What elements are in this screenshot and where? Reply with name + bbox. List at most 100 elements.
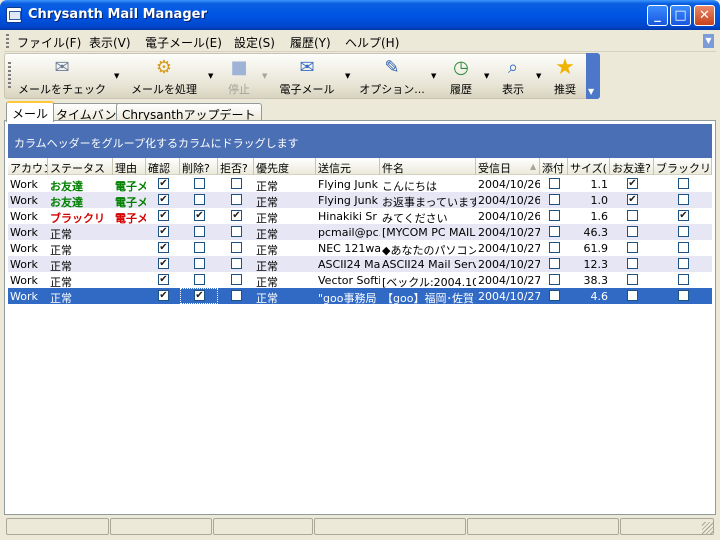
check-mail-dropdown[interactable]: ▼ <box>114 72 119 80</box>
menu-email[interactable]: 電子メール(E) <box>142 33 225 52</box>
options-dropdown[interactable]: ▼ <box>431 72 436 80</box>
blacklist-checkbox[interactable] <box>678 258 689 269</box>
tab-chrysanth-update[interactable]: Chrysanthアップデート <box>116 103 262 122</box>
menu-history[interactable]: 履歴(Y) <box>287 33 334 52</box>
menu-view[interactable]: 表示(V) <box>86 33 134 52</box>
column-header-account[interactable]: アカウン <box>8 158 48 175</box>
delete-checkbox[interactable] <box>194 226 205 237</box>
mail-grid[interactable]: アカウンステータス理由確認削除?拒否?優先度送信元件名受信日▲添付サイズ(お友達… <box>8 158 712 510</box>
attach-checkbox[interactable] <box>549 226 560 237</box>
delete-checkbox[interactable] <box>194 194 205 205</box>
friend-checkbox[interactable] <box>627 226 638 237</box>
email-dropdown[interactable]: ▼ <box>345 72 350 80</box>
reject-checkbox[interactable] <box>231 226 242 237</box>
blacklist-checkbox[interactable] <box>678 242 689 253</box>
view-dropdown[interactable]: ▼ <box>536 72 541 80</box>
column-header-delete[interactable]: 削除? <box>180 158 218 175</box>
mail-row[interactable]: Work 正常 正常 ASCII24 MaASCII24 Mail Serv2004/… <box>8 256 712 272</box>
stop-button[interactable]: ■ 停止 <box>220 55 258 97</box>
delete-checkbox[interactable] <box>194 210 205 221</box>
column-header-subject[interactable]: 件名 <box>380 158 476 175</box>
delete-checkbox[interactable] <box>194 178 205 189</box>
recommend-button[interactable]: ★ 推奨 <box>546 55 584 97</box>
options-button[interactable]: ✎ オプション... <box>358 55 426 97</box>
confirm-checkbox[interactable] <box>158 258 169 269</box>
process-mail-dropdown[interactable]: ▼ <box>208 72 213 80</box>
stop-dropdown[interactable]: ▼ <box>262 72 267 80</box>
email-button[interactable]: ✉ 電子メール <box>274 55 340 97</box>
confirm-checkbox[interactable] <box>158 242 169 253</box>
attach-checkbox[interactable] <box>549 210 560 221</box>
friend-checkbox[interactable] <box>627 290 638 301</box>
reject-checkbox[interactable] <box>231 210 242 221</box>
title-bar[interactable]: Chrysanth Mail Manager _ □ ✕ <box>0 0 720 30</box>
reject-checkbox[interactable] <box>231 178 242 189</box>
toolbar-grip[interactable] <box>8 62 11 90</box>
group-by-area[interactable]: カラムヘッダーをグループ化するカラムにドラッグします <box>8 124 712 158</box>
column-header-reason[interactable]: 理由 <box>113 158 146 175</box>
column-header-reject[interactable]: 拒否? <box>218 158 254 175</box>
attach-checkbox[interactable] <box>549 290 560 301</box>
blacklist-checkbox[interactable] <box>678 178 689 189</box>
column-header-from[interactable]: 送信元 <box>316 158 380 175</box>
friend-checkbox[interactable] <box>627 210 638 221</box>
friend-checkbox[interactable] <box>627 194 638 205</box>
blacklist-checkbox[interactable] <box>678 210 689 221</box>
tab-mail[interactable]: メール <box>6 101 55 122</box>
app-icon[interactable] <box>6 7 22 23</box>
close-button[interactable]: ✕ <box>694 5 715 26</box>
column-header-priority[interactable]: 優先度 <box>254 158 316 175</box>
maximize-button[interactable]: □ <box>670 5 691 26</box>
reject-checkbox[interactable] <box>231 274 242 285</box>
blacklist-checkbox[interactable] <box>678 290 689 301</box>
delete-checkbox[interactable] <box>194 242 205 253</box>
mail-row[interactable]: Work お友達 電子メ 正常 Flying Junk こんにちは 2004/10/26 1.… <box>8 176 712 192</box>
chevron-down-icon[interactable]: ▼ <box>703 34 714 48</box>
view-button[interactable]: ⌕ 表示 <box>494 55 532 97</box>
reject-checkbox[interactable] <box>231 194 242 205</box>
delete-checkbox[interactable] <box>194 258 205 269</box>
mail-row[interactable]: Work 正常 正常 NEC 121war◆あなたのパソコン2004/10/27 61.… <box>8 240 712 256</box>
attach-checkbox[interactable] <box>549 242 560 253</box>
friend-checkbox[interactable] <box>627 178 638 189</box>
attach-checkbox[interactable] <box>549 194 560 205</box>
menu-file[interactable]: ファイル(F) <box>14 33 84 52</box>
confirm-checkbox[interactable] <box>158 178 169 189</box>
confirm-checkbox[interactable] <box>158 210 169 221</box>
menu-settings[interactable]: 設定(S) <box>231 33 278 52</box>
reject-checkbox[interactable] <box>231 242 242 253</box>
check-mail-button[interactable]: ✉ メールをチェック <box>18 55 106 97</box>
attach-checkbox[interactable] <box>549 178 560 189</box>
mail-row[interactable]: Work 正常 正常 Vector Softi[ベックル:2004.10.272004… <box>8 272 712 288</box>
resize-grip[interactable] <box>702 522 714 534</box>
mail-row[interactable]: Work 正常 正常 pcmail@pc.n[MYCOM PC MAIL2004/10… <box>8 224 712 240</box>
blacklist-checkbox[interactable] <box>678 226 689 237</box>
process-mail-button[interactable]: ⚙ メールを処理 <box>126 55 202 97</box>
column-header-confirm[interactable]: 確認 <box>146 158 180 175</box>
delete-checkbox[interactable] <box>194 274 205 285</box>
column-header-friend[interactable]: お友達? <box>610 158 654 175</box>
blacklist-checkbox[interactable] <box>678 194 689 205</box>
history-button[interactable]: ◷ 履歴 <box>442 55 480 97</box>
menu-help[interactable]: ヘルプ(H) <box>342 33 402 52</box>
mail-row[interactable]: Work ブラックリ電子メ 正常 Hinakiki Sr みてください 2004/10/2… <box>8 208 712 224</box>
menu-grip[interactable] <box>6 34 9 48</box>
history-dropdown[interactable]: ▼ <box>484 72 489 80</box>
mail-row[interactable]: Work お友達 電子メ 正常 Flying Junk お返事まっています2004/10/… <box>8 192 712 208</box>
blacklist-checkbox[interactable] <box>678 274 689 285</box>
mail-row[interactable]: Work 正常 正常 "goo事務局【goo】福岡･佐賀･2004/10/27 4.6 <box>8 288 712 304</box>
column-header-blacklist[interactable]: ブラックリスト <box>654 158 712 175</box>
friend-checkbox[interactable] <box>627 242 638 253</box>
column-header-status[interactable]: ステータス <box>48 158 113 175</box>
friend-checkbox[interactable] <box>627 274 638 285</box>
reject-checkbox[interactable] <box>231 290 242 301</box>
confirm-checkbox[interactable] <box>158 274 169 285</box>
column-header-size[interactable]: サイズ( <box>568 158 610 175</box>
confirm-checkbox[interactable] <box>158 226 169 237</box>
attach-checkbox[interactable] <box>549 258 560 269</box>
minimize-button[interactable]: _ <box>647 5 668 26</box>
column-header-attach[interactable]: 添付 <box>540 158 568 175</box>
toolbar-overflow[interactable]: ▼ <box>586 53 600 99</box>
confirm-checkbox[interactable] <box>158 290 169 301</box>
attach-checkbox[interactable] <box>549 274 560 285</box>
